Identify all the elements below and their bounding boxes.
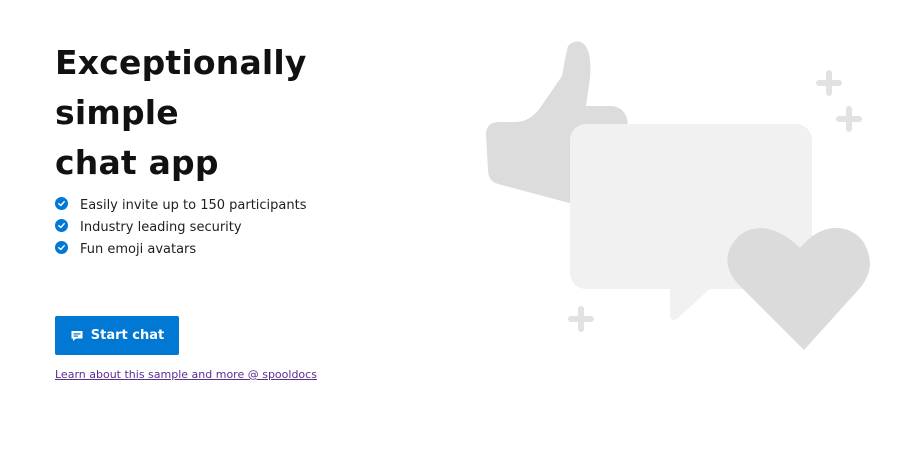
feature-label: Fun emoji avatars — [80, 241, 197, 257]
feature-item: Industry leading security — [55, 216, 307, 238]
checkmark-circle-icon — [55, 218, 68, 232]
feature-item: Easily invite up to 150 participants — [55, 194, 307, 216]
chat-icon — [70, 329, 84, 343]
home-page: Exceptionally simple chat app Easily inv… — [0, 0, 904, 453]
page-title: Exceptionally simple chat app — [55, 38, 435, 188]
feature-item: Fun emoji avatars — [55, 238, 307, 260]
sparkle-plus-icon — [568, 306, 594, 332]
checkmark-circle-icon — [55, 240, 68, 254]
start-chat-button[interactable]: Start chat — [55, 316, 179, 355]
sparkle-plus-icon — [816, 70, 842, 96]
hero-illustration — [486, 41, 870, 350]
feature-label: Industry leading security — [80, 219, 242, 235]
start-chat-label: Start chat — [90, 328, 165, 343]
feature-list: Easily invite up to 150 participants Ind… — [55, 194, 307, 260]
page-title-line-1: Exceptionally simple — [55, 43, 307, 132]
page-title-line-2: chat app — [55, 143, 219, 182]
checkmark-circle-icon — [55, 196, 68, 210]
feature-label: Easily invite up to 150 participants — [80, 197, 307, 213]
learn-more-link[interactable]: Learn about this sample and more @ spool… — [55, 368, 317, 381]
sparkle-plus-icon — [836, 106, 862, 132]
